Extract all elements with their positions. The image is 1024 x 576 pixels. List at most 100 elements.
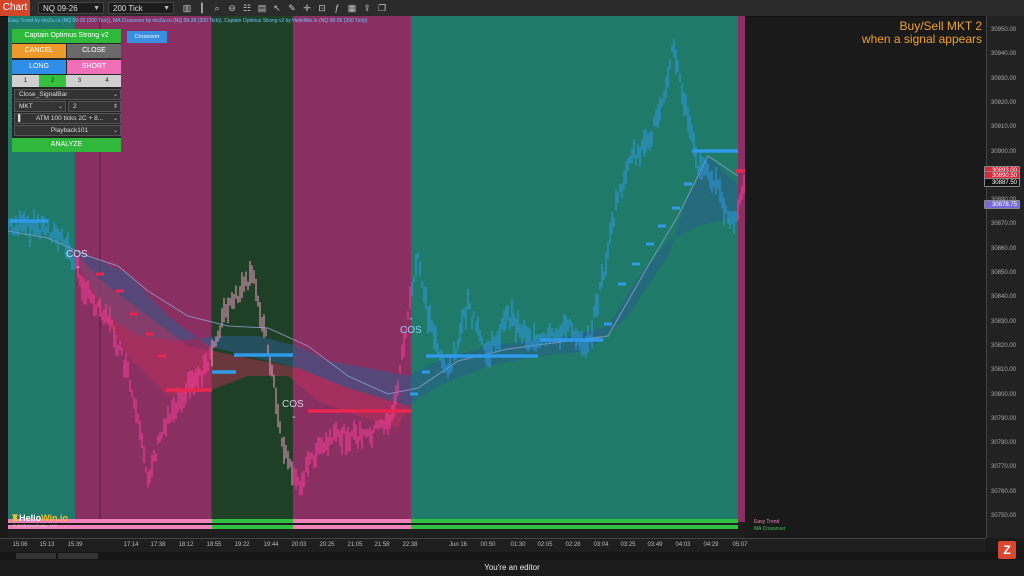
trophy-icon: ♜ (11, 513, 20, 523)
bull-zone (411, 16, 738, 522)
ma-crossover-strip (212, 525, 293, 529)
chevron-down-icon: ▼ (163, 5, 170, 12)
price-tick: 30750.00 (991, 513, 1017, 519)
cos-arrow-icon: ⌃ (408, 317, 414, 325)
price-tick: 30900.00 (991, 148, 1017, 155)
chevron-down-icon: ⌄ (57, 104, 63, 110)
screenshot-icon[interactable]: ▦ (346, 2, 358, 14)
time-tick: 19:44 (263, 542, 279, 548)
atm-strategy-select[interactable]: ▌ ATM 100 ticks 2C + 8... ⌄ (14, 113, 121, 124)
atm-strategy-value: ATM 100 ticks 2C + 8... (35, 115, 104, 122)
trade-panel: Captain Optimus Strong v2 CANCEL CLOSE L… (12, 29, 121, 152)
price-tick: 30820.00 (991, 342, 1017, 349)
instrument-selector[interactable]: NQ 09-26 ▼ (38, 2, 104, 14)
price-tick: 30780.00 (991, 440, 1017, 447)
chevron-down-icon: ⌄ (112, 92, 118, 98)
banner-line2: when a signal appears (861, 32, 982, 46)
properties-icon[interactable]: ☷ (241, 2, 253, 14)
price-tick: 30840.00 (991, 294, 1017, 301)
zoom-icon[interactable]: ⌕ (211, 2, 223, 14)
cos-label: COS (400, 325, 422, 336)
chevron-down-icon: ⌄ (112, 128, 118, 134)
signal-mode-select[interactable]: Close_SignalBar ⌄ (14, 89, 121, 100)
windows-icon[interactable]: ❐ (376, 2, 388, 14)
price-tick: 30790.00 (991, 415, 1017, 422)
price-tick: 30920.00 (991, 99, 1017, 106)
price-tag: 30878.75 (984, 200, 1020, 209)
time-tick: 21:05 (347, 542, 363, 548)
share-icon[interactable]: ⇪ (361, 2, 373, 14)
chevron-down-icon: ▼ (93, 5, 100, 12)
status-tab[interactable] (16, 553, 56, 559)
price-tag: 30887.50 (984, 178, 1020, 187)
cos-label: COS (66, 249, 88, 260)
account-value: Playback101 (50, 127, 89, 134)
indicators-icon[interactable]: ƒ (331, 2, 343, 14)
time-tick: 00:50 (480, 542, 496, 548)
time-tick: 03:04 (593, 542, 609, 548)
logo-name-a: Hello (19, 513, 42, 523)
chart-tab[interactable]: Chart (0, 0, 30, 16)
price-tick: 30910.00 (991, 124, 1017, 131)
time-tick: 03:49 (647, 542, 663, 548)
price-tick: 30860.00 (991, 245, 1017, 252)
time-tick: 15:13 (39, 542, 55, 548)
panel-title-button[interactable]: Captain Optimus Strong v2 (12, 29, 121, 43)
quantity-stepper[interactable]: 2 ⇕ (68, 101, 121, 112)
chevron-down-icon: ⌄ (112, 116, 118, 122)
bar-style-icon[interactable]: ┃ (196, 2, 208, 14)
short-button[interactable]: SHORT (67, 60, 121, 74)
account-select[interactable]: Playback101 ⌄ (14, 125, 121, 136)
bear-zone (293, 16, 411, 522)
close-button[interactable]: CLOSE (67, 44, 121, 58)
price-tick: 30850.00 (991, 270, 1017, 276)
time-tick: 17:14 (123, 542, 139, 548)
editor-status: You're an editor (0, 560, 1024, 576)
cancel-button[interactable]: CANCEL (12, 44, 66, 58)
top-toolbar: Chart NQ 09-26 ▼ 200 Tick ▼ ▥ ┃ ⌕ ⊖ ☷ ▤ … (0, 0, 1024, 17)
time-tick: 04:03 (675, 542, 691, 548)
data-box-icon[interactable]: ▤ (256, 2, 268, 14)
copyright-text: © 2025 NinjaTrader, LLC (13, 523, 58, 528)
analyze-button[interactable]: ANALYZE (12, 138, 121, 152)
time-tick: 15:06 (12, 542, 28, 548)
cos-arrow-icon: ⌄ (75, 263, 81, 270)
crossover-button[interactable]: Crossover (127, 31, 167, 43)
signal-mode-value: Close_SignalBar (19, 91, 68, 98)
time-tick: 19:22 (234, 542, 250, 548)
order-type-value: MKT (19, 103, 33, 110)
crosshair-icon[interactable]: ✛ (301, 2, 313, 14)
status-tab[interactable] (58, 553, 98, 559)
qty-preset-3[interactable]: 3 (66, 75, 93, 87)
cursor-icon[interactable]: ↖ (271, 2, 283, 14)
time-tick: 03:25 (620, 542, 636, 548)
time-tick: 02:05 (537, 542, 553, 548)
easy-trend-strip (411, 519, 738, 523)
price-axis[interactable]: 30950.00 30940.00 30930.00 30920.00 30910.00… (986, 16, 1024, 538)
time-tick: 01:30 (510, 542, 526, 548)
order-type-select[interactable]: MKT ⌄ (14, 101, 66, 112)
time-tick: 18:12 (178, 542, 194, 548)
long-button[interactable]: LONG (12, 60, 66, 74)
bar-chart-icon[interactable]: ▥ (181, 2, 193, 14)
time-axis[interactable]: 15:06 15:13 15:39 17:14 17:38 18:12 18:55 19:22… (0, 538, 986, 553)
zoom-out-icon[interactable]: ⊖ (226, 2, 238, 14)
qty-preset-1[interactable]: 1 (12, 75, 39, 87)
easy-trend-strip (293, 519, 411, 523)
time-tick: 18:55 (206, 542, 222, 548)
interval-label: 200 Tick (113, 4, 143, 13)
time-tick: Jun 16 (448, 542, 468, 548)
drawing-tools-icon[interactable]: ✎ (286, 2, 298, 14)
qty-preset-2[interactable]: 2 (39, 75, 66, 87)
price-tick: 30830.00 (991, 318, 1017, 325)
instrument-label: NQ 09-26 (43, 4, 78, 13)
ma-crossover-strip (293, 525, 411, 529)
time-tick: 22:38 (402, 542, 418, 548)
stepper-icon[interactable]: ⇕ (113, 102, 118, 112)
interval-selector[interactable]: 200 Tick ▼ (108, 2, 174, 14)
cos-label: COS (282, 399, 304, 410)
qty-preset-4[interactable]: 4 (93, 75, 121, 87)
easy-trend-strip (212, 519, 293, 523)
atm-edit-icon[interactable]: ▌ (18, 114, 23, 124)
strategy-icon[interactable]: ⊡ (316, 2, 328, 14)
